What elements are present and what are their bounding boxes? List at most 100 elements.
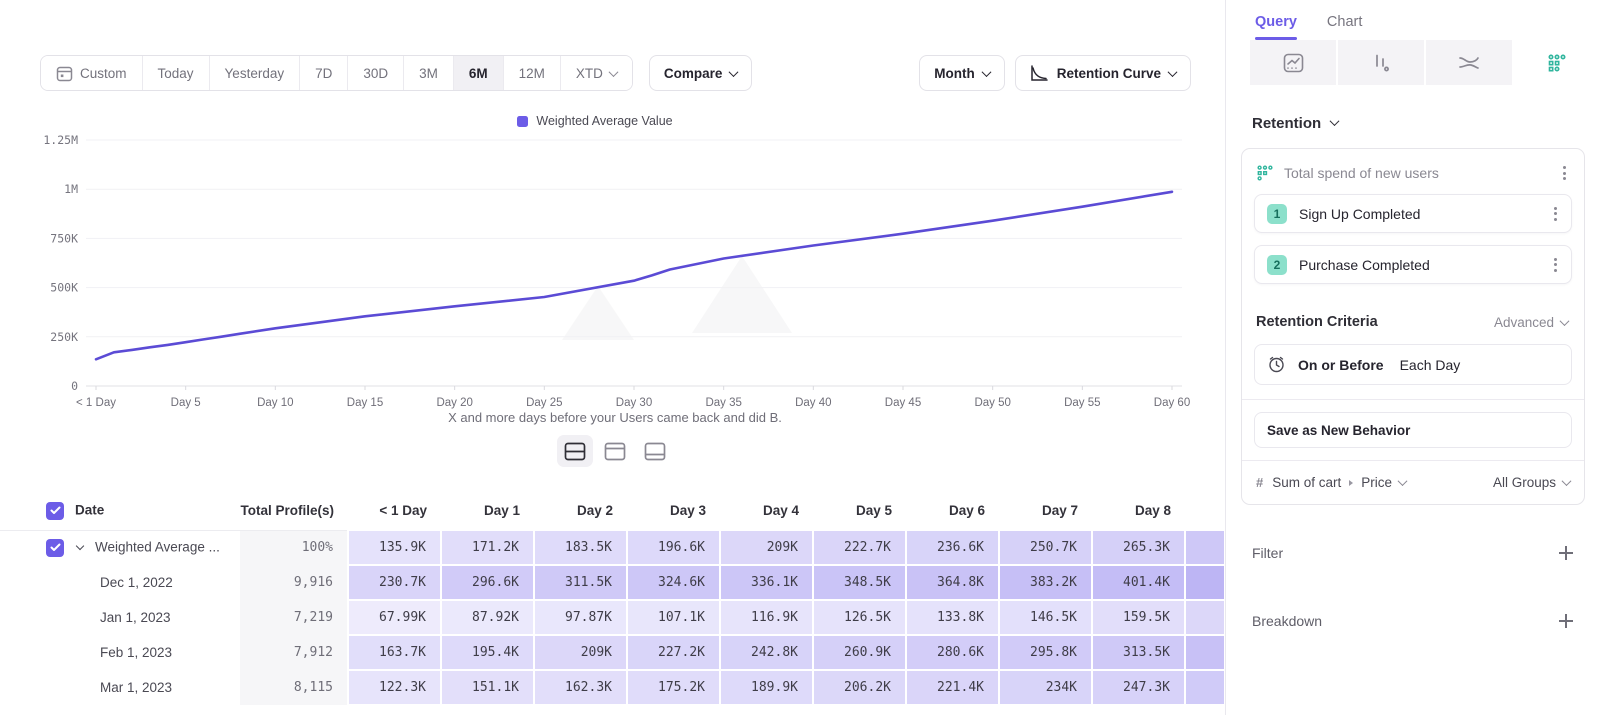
retention-dots-icon[interactable] xyxy=(1514,40,1600,85)
chart-type-button[interactable]: Retention Curve xyxy=(1015,55,1191,91)
retention-value-cell[interactable]: 295.8K xyxy=(999,635,1092,670)
retention-value-cell[interactable]: 135.9K xyxy=(348,530,441,565)
layout-table-only-toggle[interactable] xyxy=(637,435,673,467)
retention-value-cell[interactable]: 183.5K xyxy=(534,530,627,565)
retention-value-cell[interactable]: 159.5K xyxy=(1092,600,1185,635)
retention-criteria-row: Retention Criteria Advanced xyxy=(1242,296,1584,336)
retention-value-cell[interactable]: 126.5K xyxy=(813,600,906,635)
column-header: Day 3 xyxy=(627,492,720,530)
retention-value-cell[interactable]: 67.99K xyxy=(348,600,441,635)
criteria-condition-row[interactable]: On or Before Each Day xyxy=(1254,344,1572,385)
table-row: Feb 1, 20237,912163.7K195.4K209K227.2K24… xyxy=(0,635,1225,670)
retention-value-cell[interactable]: 401.4K xyxy=(1092,565,1185,600)
svg-text:500K: 500K xyxy=(50,281,78,295)
range-button-today[interactable]: Today xyxy=(143,56,210,90)
retention-value-cell[interactable]: 221.4K xyxy=(906,670,999,705)
retention-value-cell[interactable]: 336.1K xyxy=(720,565,813,600)
retention-value-cell[interactable]: 206.2K xyxy=(813,670,906,705)
kebab-menu-icon[interactable] xyxy=(1550,203,1561,225)
measurement-dropdown[interactable]: Sum of cart Price xyxy=(1272,475,1484,490)
retention-value-cell[interactable]: 175.2K xyxy=(627,670,720,705)
retention-value-cell[interactable]: 348.5K xyxy=(813,565,906,600)
select-all-checkbox[interactable] xyxy=(46,502,64,520)
retention-value-cell[interactable]: 311.5K xyxy=(534,565,627,600)
retention-value-cell[interactable]: 189.9K xyxy=(720,670,813,705)
retention-value-cell[interactable]: 230.7K xyxy=(348,565,441,600)
layout-chart-only-toggle[interactable] xyxy=(597,435,633,467)
toolbar-right-group: Month Retention Curve xyxy=(919,55,1191,91)
granularity-button[interactable]: Month xyxy=(919,55,1004,91)
retention-value-cell[interactable]: 171.2K xyxy=(441,530,534,565)
retention-value-cell[interactable]: 209K xyxy=(720,530,813,565)
retention-value-cell[interactable]: 324.6K xyxy=(627,565,720,600)
retention-line-chart[interactable]: 1.25M1M750K500K250K0< 1 DayDay 5Day 10Da… xyxy=(30,128,1190,423)
range-button-6m[interactable]: 6M xyxy=(454,56,504,90)
retention-value-cell[interactable]: 260.9K xyxy=(813,635,906,670)
range-button-3m[interactable]: 3M xyxy=(404,56,454,90)
retention-value-cell[interactable]: 87.92K xyxy=(441,600,534,635)
retention-value-cell[interactable]: 383.2K xyxy=(999,565,1092,600)
range-button-7d[interactable]: 7D xyxy=(300,56,348,90)
retention-value-cell[interactable]: 364.8K xyxy=(906,565,999,600)
kebab-menu-icon[interactable] xyxy=(1550,254,1561,276)
flows-icon[interactable] xyxy=(1426,40,1514,85)
retention-value-cell[interactable]: 222.7K xyxy=(813,530,906,565)
retention-value-cell[interactable]: 146.5K xyxy=(999,600,1092,635)
report-type-dropdown[interactable]: Retention xyxy=(1226,85,1600,132)
compare-button[interactable]: Compare xyxy=(649,55,753,91)
retention-value-cell[interactable]: 227.2K xyxy=(627,635,720,670)
range-label: Custom xyxy=(80,66,127,81)
range-button-custom[interactable]: Custom xyxy=(41,56,143,90)
svg-text:Day 25: Day 25 xyxy=(526,397,562,409)
range-label: XTD xyxy=(576,66,603,81)
chevron-down-icon xyxy=(608,67,618,77)
retention-value-cell[interactable]: 234K xyxy=(999,670,1092,705)
expand-chevron-icon[interactable] xyxy=(76,542,84,550)
retention-value-cell[interactable]: 122.3K xyxy=(348,670,441,705)
chart-legend[interactable]: Weighted Average Value xyxy=(0,114,1190,128)
measurement-label: Sum of cart xyxy=(1272,475,1341,490)
range-button-30d[interactable]: 30D xyxy=(348,56,404,90)
add-filter-button[interactable] xyxy=(1558,545,1574,561)
tab-chart[interactable]: Chart xyxy=(1327,14,1362,40)
retention-value-cell[interactable]: 133.8K xyxy=(906,600,999,635)
groups-dropdown[interactable]: All Groups xyxy=(1493,475,1570,490)
retention-value-cell[interactable]: 236.6K xyxy=(906,530,999,565)
retention-value-cell[interactable]: 163.7K xyxy=(348,635,441,670)
range-button-12m[interactable]: 12M xyxy=(504,56,561,90)
retention-criteria-label: Retention Criteria xyxy=(1256,314,1494,330)
svg-text:Day 60: Day 60 xyxy=(1154,397,1190,409)
retention-value-cell[interactable]: 196.6K xyxy=(627,530,720,565)
retention-value-cell[interactable]: 265.3K xyxy=(1092,530,1185,565)
tab-query[interactable]: Query xyxy=(1255,14,1297,40)
kebab-menu-icon[interactable] xyxy=(1559,162,1570,184)
retention-value-cell[interactable]: 97.87K xyxy=(534,600,627,635)
retention-value-cell[interactable]: 151.1K xyxy=(441,670,534,705)
save-as-new-behavior-button[interactable]: Save as New Behavior xyxy=(1254,412,1572,448)
retention-value-cell[interactable]: 250.7K xyxy=(999,530,1092,565)
funnel-bars-icon[interactable] xyxy=(1338,40,1426,85)
retention-value-cell[interactable]: 195.4K xyxy=(441,635,534,670)
retention-value-cell[interactable]: 296.6K xyxy=(441,565,534,600)
section-filter: Filter xyxy=(1226,533,1600,573)
range-button-yesterday[interactable]: Yesterday xyxy=(210,56,301,90)
retention-value-cell[interactable]: 247.3K xyxy=(1092,670,1185,705)
retention-value-cell[interactable]: 116.9K xyxy=(720,600,813,635)
retention-value-cell[interactable]: 280.6K xyxy=(906,635,999,670)
add-breakdown-button[interactable] xyxy=(1558,613,1574,629)
condition-operator: On or Before xyxy=(1298,357,1384,373)
retention-value-cell[interactable]: 107.1K xyxy=(627,600,720,635)
svg-text:Day 10: Day 10 xyxy=(257,397,293,409)
criteria-mode-dropdown[interactable]: Advanced xyxy=(1494,315,1568,330)
retention-value-cell[interactable]: 209K xyxy=(534,635,627,670)
retention-value-cell[interactable]: 242.8K xyxy=(720,635,813,670)
retention-value-cell[interactable]: 313.5K xyxy=(1092,635,1185,670)
event-step-purchase-completed[interactable]: 2Purchase Completed xyxy=(1254,245,1572,284)
event-step-sign-up-completed[interactable]: 1Sign Up Completed xyxy=(1254,194,1572,233)
row-checkbox[interactable] xyxy=(46,539,64,557)
insights-chart-icon[interactable] xyxy=(1250,40,1338,85)
layout-split-toggle[interactable] xyxy=(557,435,593,467)
range-button-xtd[interactable]: XTD xyxy=(561,56,632,90)
retention-value-cell-clipped xyxy=(1185,635,1225,670)
retention-value-cell[interactable]: 162.3K xyxy=(534,670,627,705)
